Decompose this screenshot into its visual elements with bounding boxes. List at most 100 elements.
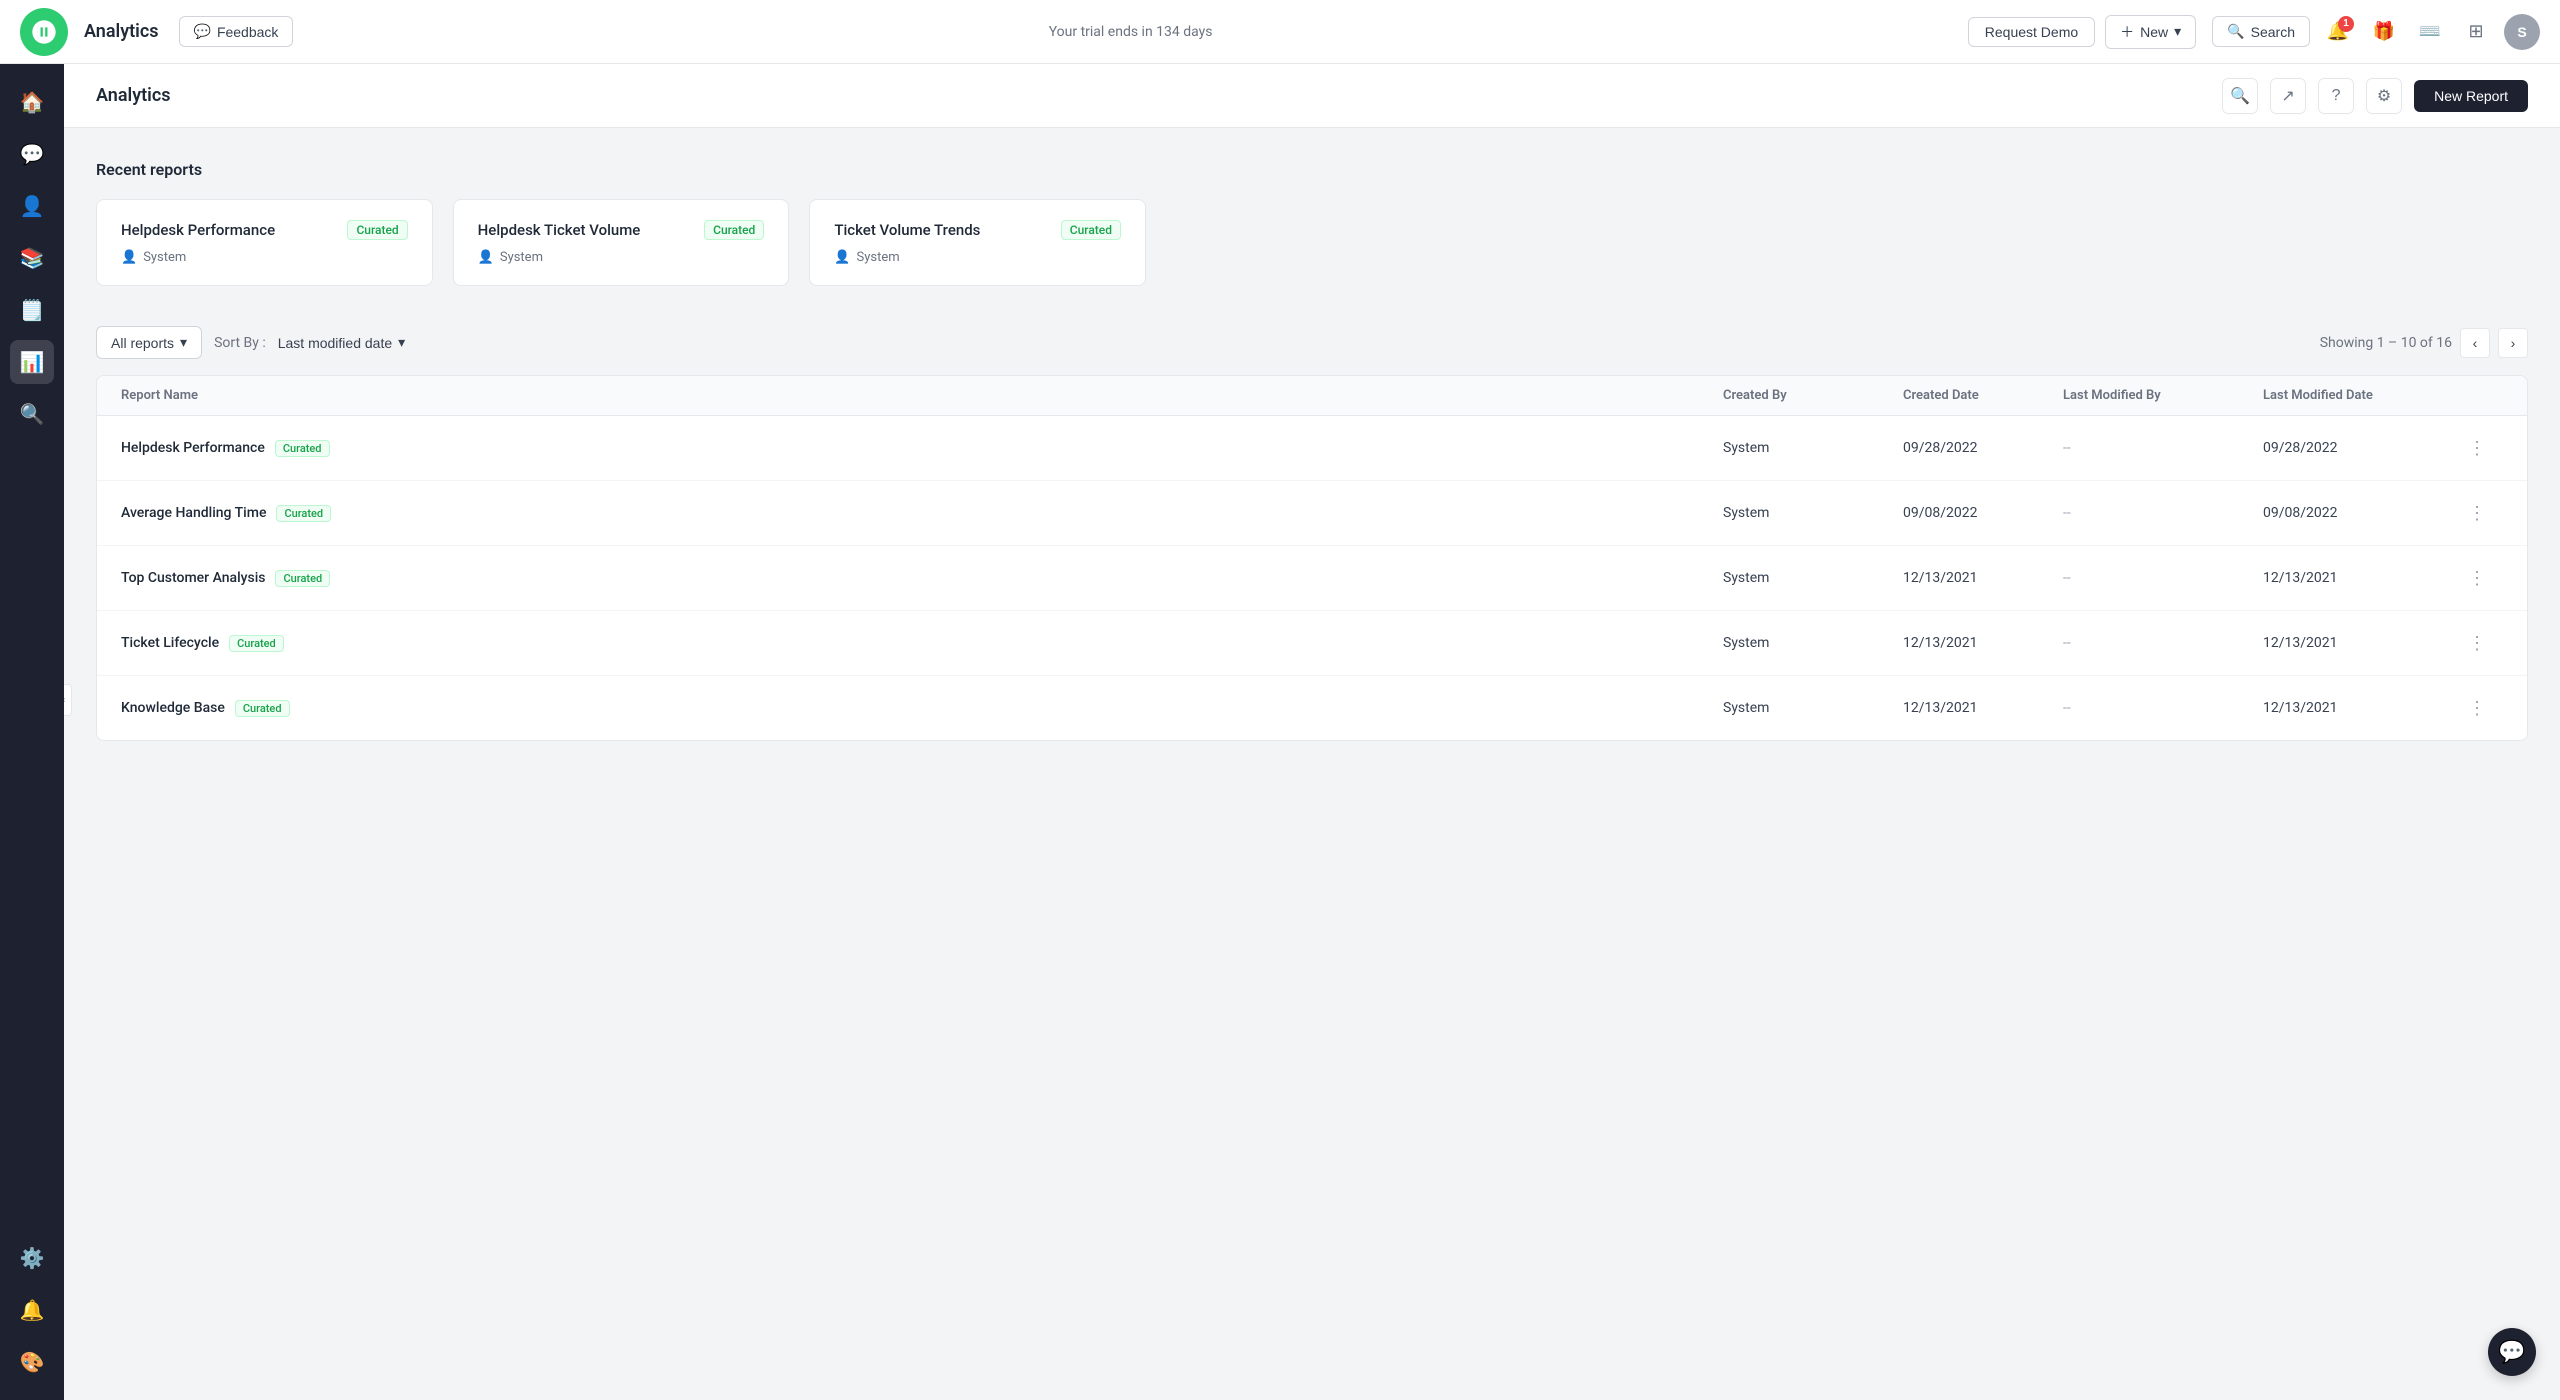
recent-report-card-header-2: Ticket Volume Trends Curated bbox=[834, 220, 1121, 240]
cursor-icon: ↗ bbox=[2281, 86, 2294, 106]
filter-button[interactable]: All reports ▾ bbox=[96, 326, 202, 359]
sidebar-item-analytics[interactable]: 📊 bbox=[10, 340, 54, 384]
apps-button[interactable]: ⊞ bbox=[2458, 14, 2494, 50]
person-icon: 👤 bbox=[834, 250, 850, 265]
row-0-more-button[interactable]: ⋮ bbox=[2463, 434, 2491, 462]
col-report-name: Report Name bbox=[121, 388, 1723, 403]
curated-badge-2: Curated bbox=[1061, 220, 1121, 240]
row-0-created-date: 09/28/2022 bbox=[1903, 440, 2063, 456]
sidebar-item-knowledge[interactable]: 📚 bbox=[10, 236, 54, 280]
chat-bubble-button[interactable]: 💬 bbox=[2488, 1328, 2536, 1376]
gift-button[interactable]: 🎁 bbox=[2366, 14, 2402, 50]
reports-table: Report Name Created by Created date Last… bbox=[96, 375, 2528, 741]
header-help-button[interactable]: ? bbox=[2318, 78, 2354, 114]
sidebar-item-reports[interactable]: 🗒️ bbox=[10, 288, 54, 332]
table-row[interactable]: Average Handling Time Curated System 09/… bbox=[97, 481, 2527, 546]
sidebar-item-contacts[interactable]: 👤 bbox=[10, 184, 54, 228]
recent-report-name-1: Helpdesk Ticket Volume bbox=[478, 221, 641, 239]
feedback-icon: 💬 bbox=[194, 23, 211, 40]
row-1-actions: ⋮ bbox=[2463, 499, 2503, 527]
header-pointer-button[interactable]: ↗ bbox=[2270, 78, 2306, 114]
table-toolbar: All reports ▾ Sort By : Last modified da… bbox=[96, 326, 2528, 359]
row-0-created-by: System bbox=[1723, 440, 1903, 456]
chevron-down-icon: ▾ bbox=[398, 334, 405, 351]
table-row[interactable]: Ticket Lifecycle Curated System 12/13/20… bbox=[97, 611, 2527, 676]
avatar-button[interactable]: S bbox=[2504, 14, 2540, 50]
keyboard-button[interactable]: ⌨️ bbox=[2412, 14, 2448, 50]
row-0-actions: ⋮ bbox=[2463, 434, 2503, 462]
col-actions bbox=[2463, 388, 2503, 403]
request-demo-button[interactable]: Request Demo bbox=[1968, 17, 2095, 47]
sort-button[interactable]: Last modified date ▾ bbox=[278, 334, 405, 351]
table-row[interactable]: Helpdesk Performance Curated System 09/2… bbox=[97, 416, 2527, 481]
curated-badge-0: Curated bbox=[347, 220, 407, 240]
recent-report-card-1[interactable]: Helpdesk Ticket Volume Curated 👤 System bbox=[453, 199, 790, 286]
row-2-actions: ⋮ bbox=[2463, 564, 2503, 592]
recent-report-owner-2: 👤 System bbox=[834, 250, 1121, 265]
row-3-name: Ticket Lifecycle Curated bbox=[121, 635, 1723, 652]
recent-reports-section: Recent reports Helpdesk Performance Cura… bbox=[96, 160, 2528, 286]
top-navigation: Analytics 💬 Feedback Your trial ends in … bbox=[0, 0, 2560, 64]
row-3-created-date: 12/13/2021 bbox=[1903, 635, 2063, 651]
row-2-modified-by: -- bbox=[2063, 570, 2263, 586]
row-1-modified-date: 09/08/2022 bbox=[2263, 505, 2463, 521]
prev-page-button[interactable]: ‹ bbox=[2460, 328, 2490, 358]
col-created-date: Created date bbox=[1903, 388, 2063, 403]
sort-label: Sort By : bbox=[214, 335, 266, 351]
recent-report-card-2[interactable]: Ticket Volume Trends Curated 👤 System bbox=[809, 199, 1146, 286]
sidebar-item-home[interactable]: 🏠 bbox=[10, 80, 54, 124]
nav-right-actions: 🔍 Search 🔔 1 🎁 ⌨️ ⊞ S bbox=[2212, 14, 2540, 50]
sidebar-item-theme[interactable]: 🎨 bbox=[10, 1340, 54, 1384]
row-3-created-by: System bbox=[1723, 635, 1903, 651]
search-button[interactable]: 🔍 Search bbox=[2212, 16, 2310, 47]
next-page-button[interactable]: › bbox=[2498, 328, 2528, 358]
row-2-modified-date: 12/13/2021 bbox=[2263, 570, 2463, 586]
header-search-button[interactable]: 🔍 bbox=[2222, 78, 2258, 114]
col-modified-by: Last Modified by bbox=[2063, 388, 2263, 403]
app-title: Analytics bbox=[84, 21, 159, 42]
feedback-button[interactable]: 💬 Feedback bbox=[179, 16, 294, 47]
row-4-more-button[interactable]: ⋮ bbox=[2463, 694, 2491, 722]
header-settings-button[interactable]: ⚙ bbox=[2366, 78, 2402, 114]
app-logo[interactable] bbox=[20, 8, 68, 56]
page-header-actions: 🔍 ↗ ? ⚙ New Report bbox=[2222, 78, 2528, 114]
row-3-badge: Curated bbox=[229, 635, 284, 652]
recent-reports-grid: Helpdesk Performance Curated 👤 System He… bbox=[96, 199, 1146, 286]
sidebar-item-notifications[interactable]: 🔔 bbox=[10, 1288, 54, 1332]
new-report-button[interactable]: New Report bbox=[2414, 80, 2528, 112]
recent-report-name-0: Helpdesk Performance bbox=[121, 221, 275, 239]
row-2-more-button[interactable]: ⋮ bbox=[2463, 564, 2491, 592]
recent-report-card-0[interactable]: Helpdesk Performance Curated 👤 System bbox=[96, 199, 433, 286]
search-icon: 🔍 bbox=[2227, 23, 2244, 40]
row-0-modified-date: 09/28/2022 bbox=[2263, 440, 2463, 456]
reports-table-section: All reports ▾ Sort By : Last modified da… bbox=[96, 326, 2528, 741]
notification-button[interactable]: 🔔 1 bbox=[2320, 14, 2356, 50]
row-0-badge: Curated bbox=[275, 440, 330, 457]
help-icon: ? bbox=[2332, 87, 2341, 105]
new-button[interactable]: ＋ New ▾ bbox=[2105, 15, 2196, 49]
col-created-by: Created by bbox=[1723, 388, 1903, 403]
sidebar-item-chat[interactable]: 💬 bbox=[10, 132, 54, 176]
row-4-actions: ⋮ bbox=[2463, 694, 2503, 722]
notification-badge: 1 bbox=[2338, 16, 2354, 32]
page-header: Analytics 🔍 ↗ ? ⚙ New Report bbox=[64, 64, 2560, 128]
row-1-name: Average Handling Time Curated bbox=[121, 505, 1723, 522]
recent-report-card-header-0: Helpdesk Performance Curated bbox=[121, 220, 408, 240]
row-1-more-button[interactable]: ⋮ bbox=[2463, 499, 2491, 527]
sidebar: 🏠 💬 👤 📚 🗒️ 📊 🔍 ⚙️ 🔔 🎨 bbox=[0, 64, 64, 1400]
row-4-badge: Curated bbox=[235, 700, 290, 717]
table-row[interactable]: Top Customer Analysis Curated System 12/… bbox=[97, 546, 2527, 611]
person-icon: 👤 bbox=[478, 250, 494, 265]
table-row[interactable]: Knowledge Base Curated System 12/13/2021… bbox=[97, 676, 2527, 740]
chat-icon: 💬 bbox=[2498, 1340, 2525, 1365]
recent-reports-title: Recent reports bbox=[96, 160, 2528, 179]
chevron-down-icon: ▾ bbox=[2174, 23, 2181, 40]
row-4-created-by: System bbox=[1723, 700, 1903, 716]
row-3-modified-by: -- bbox=[2063, 635, 2263, 651]
sidebar-item-search[interactable]: 🔍 bbox=[10, 392, 54, 436]
row-3-more-button[interactable]: ⋮ bbox=[2463, 629, 2491, 657]
sidebar-item-settings[interactable]: ⚙️ bbox=[10, 1236, 54, 1280]
row-4-name: Knowledge Base Curated bbox=[121, 700, 1723, 717]
page-title: Analytics bbox=[96, 85, 171, 106]
row-1-modified-by: -- bbox=[2063, 505, 2263, 521]
